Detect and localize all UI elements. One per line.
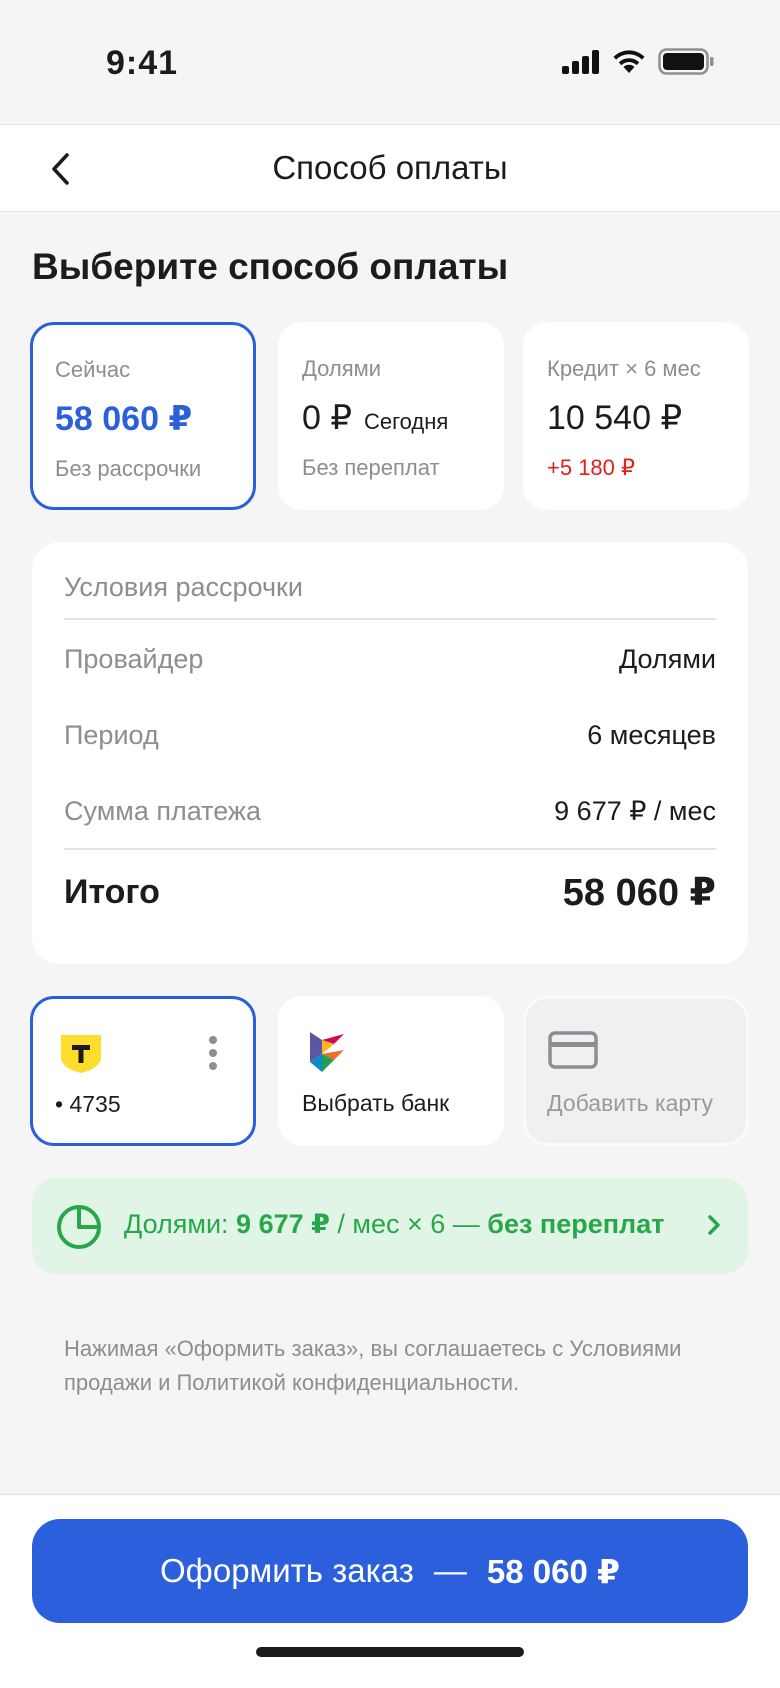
terms-total: Итого 58 060 ₽ — [64, 870, 716, 915]
add-card-button[interactable]: Добавить карту — [523, 996, 749, 1146]
method-amount: 58 060 ₽ — [55, 400, 193, 438]
method-amount-value: 0 ₽ — [302, 399, 352, 437]
method-card-installments[interactable]: Долями 0 ₽ Сегодня Без переплат — [278, 322, 504, 510]
terms-value: 9 677 ₽ / мес — [554, 796, 716, 826]
chevron-right-icon — [708, 1215, 720, 1235]
terms-row-payment: Сумма платежа 9 677 ₽ / мес — [64, 796, 716, 827]
wifi-icon — [613, 50, 645, 73]
method-amount: 0 ₽ Сегодня — [302, 398, 448, 438]
promo-suffix: / мес × 6 — — [329, 1209, 488, 1239]
terms-row-period: Период 6 месяцев — [64, 720, 716, 751]
terms-value: Долями — [618, 644, 716, 674]
cta-total: 58 060 ₽ — [486, 1552, 620, 1590]
method-subtitle: Без рассрочки — [55, 456, 202, 481]
divider — [64, 848, 716, 850]
home-indicator — [256, 1647, 524, 1657]
tbank-logo-icon — [61, 1035, 101, 1073]
battery-icon — [658, 48, 714, 75]
method-card-credit[interactable]: Кредит × 6 мес 10 540 ₽ +5 180 ₽ — [523, 322, 749, 510]
choose-bank-card[interactable]: Выбрать банк — [278, 996, 504, 1146]
terms-title: Условия рассрочки — [64, 572, 303, 602]
status-icons — [562, 48, 714, 75]
card-icon — [548, 1031, 598, 1069]
method-amount: 10 540 ₽ — [547, 399, 683, 437]
status-bar: 9:41 — [0, 0, 780, 124]
method-amount-note: Сегодня — [364, 409, 449, 434]
place-order-button[interactable]: Оформить заказ — 58 060 ₽ — [32, 1519, 748, 1623]
method-label: Кредит × 6 мес — [547, 356, 701, 381]
signal-icon — [562, 49, 599, 74]
method-overpay: +5 180 ₽ — [547, 455, 636, 480]
status-time: 9:41 — [106, 44, 179, 82]
sbp-logo-icon — [310, 1032, 344, 1072]
promo-highlight: без переплат — [487, 1209, 665, 1239]
method-label: Сейчас — [55, 357, 131, 382]
installment-promo-banner[interactable]: Долями: 9 677 ₽ / мес × 6 — без переплат — [32, 1178, 748, 1274]
section-heading: Выберите способ оплаты — [32, 246, 509, 287]
nav-bar: Способ оплаты — [0, 124, 780, 212]
saved-card-4735[interactable]: • 4735 — [30, 996, 256, 1146]
promo-prefix: Долями: — [124, 1209, 237, 1239]
method-card-now[interactable]: Сейчас 58 060 ₽ Без рассрочки — [30, 322, 256, 510]
cta-label: Оформить заказ — [160, 1552, 414, 1589]
more-vertical-icon[interactable] — [207, 1035, 219, 1071]
promo-text: Долями: 9 677 ₽ / мес × 6 — без переплат — [124, 1209, 664, 1240]
legal-notice: Нажимая «Оформить заказ», вы соглашаетес… — [64, 1336, 682, 1395]
promo-amount: 9 677 ₽ — [236, 1209, 330, 1239]
add-card-label: Добавить карту — [547, 1090, 713, 1116]
bottom-bar: Оформить заказ — 58 060 ₽ — [0, 1494, 780, 1688]
divider — [64, 618, 716, 620]
pie-chart-icon — [57, 1205, 101, 1249]
terms-label: Сумма платежа — [64, 796, 261, 826]
total-value: 58 060 ₽ — [562, 872, 716, 914]
total-label: Итого — [64, 873, 160, 911]
terms-label: Период — [64, 720, 159, 750]
cta-separator: — — [433, 1552, 467, 1589]
choose-bank-label: Выбрать банк — [302, 1090, 450, 1116]
installment-terms-card: Условия рассрочки Провайдер Долями Перио… — [32, 542, 748, 964]
method-label: Долями — [302, 356, 382, 381]
page-title: Способ оплаты — [272, 149, 508, 186]
terms-value: 6 месяцев — [587, 720, 716, 750]
method-subtitle: Без переплат — [302, 455, 440, 480]
terms-label: Провайдер — [64, 644, 204, 674]
card-number: • 4735 — [55, 1091, 121, 1117]
terms-row-provider: Провайдер Долями — [64, 644, 716, 675]
